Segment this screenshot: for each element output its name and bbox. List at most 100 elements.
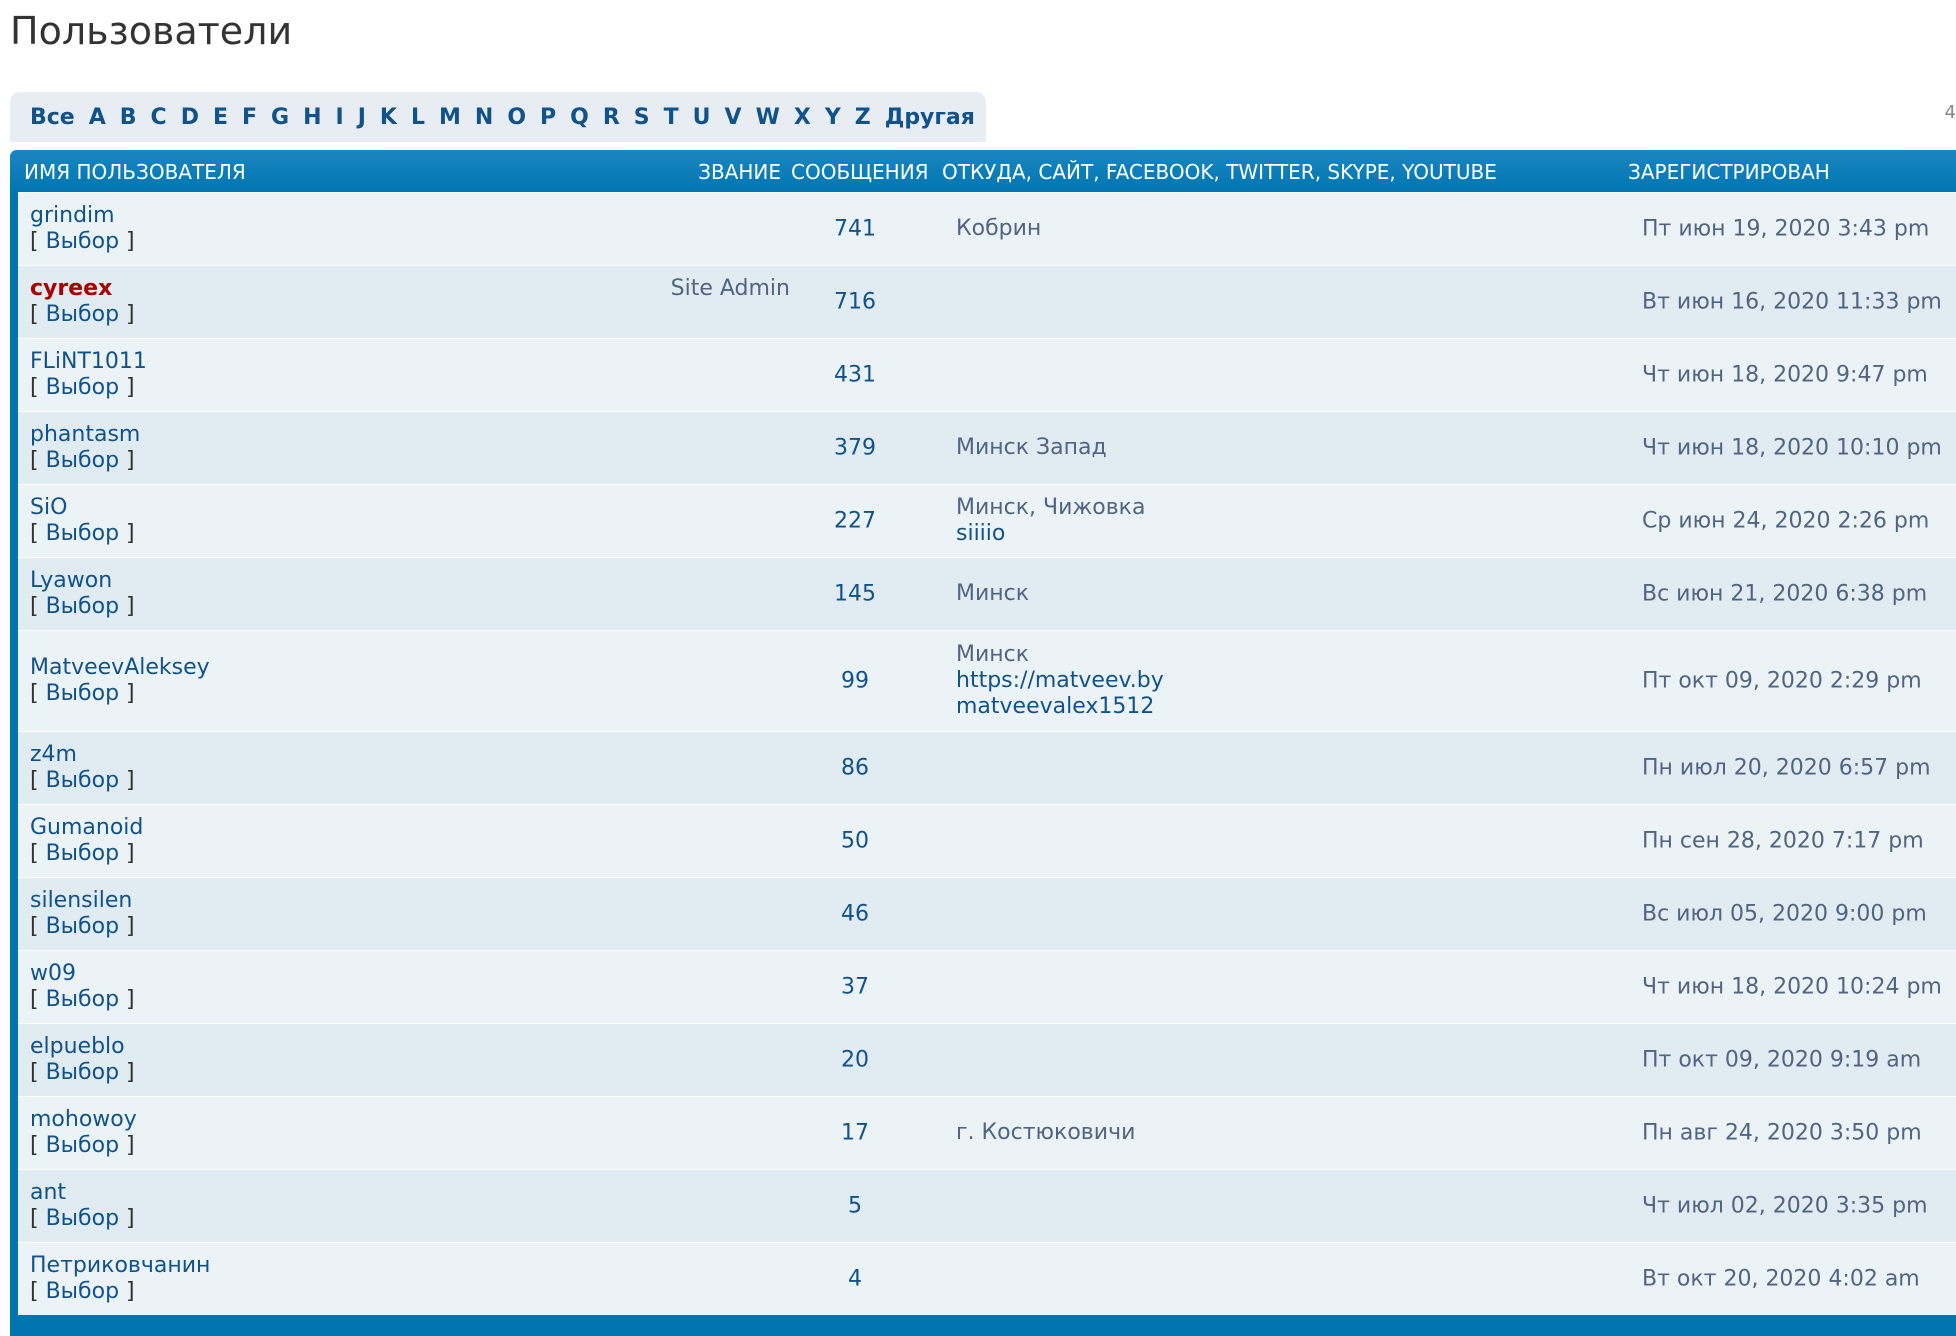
select-button[interactable]: Выбор: [46, 375, 119, 400]
cell-posts[interactable]: 227: [805, 509, 905, 534]
alphabet-link[interactable]: L: [411, 105, 425, 130]
alphabet-link[interactable]: B: [120, 105, 137, 130]
cell-posts[interactable]: 86: [805, 756, 905, 781]
skype-link[interactable]: siiiio: [956, 521, 1145, 547]
username-link[interactable]: z4m: [30, 742, 135, 768]
username-link[interactable]: FLiNT1011: [30, 349, 147, 375]
table-row: FLiNT1011[ Выбор ] 431 Чт июн 18, 2020 9:4…: [18, 338, 1956, 411]
username-link[interactable]: Lyawon: [30, 568, 135, 594]
alphabet-link[interactable]: X: [794, 105, 811, 130]
alphabet-link[interactable]: P: [540, 105, 556, 130]
alphabet-link[interactable]: V: [725, 105, 742, 130]
select-user: [ Выбор ]: [30, 1060, 135, 1086]
alphabet-link[interactable]: R: [603, 105, 620, 130]
username-link[interactable]: w09: [30, 961, 135, 987]
alphabet-link[interactable]: Другая: [885, 105, 975, 130]
select-button[interactable]: Выбор: [46, 521, 119, 546]
cell-location: Минск Запад: [956, 435, 1107, 461]
select-button[interactable]: Выбор: [46, 594, 119, 619]
alphabet-link[interactable]: S: [634, 105, 650, 130]
username-link[interactable]: grindim: [30, 203, 135, 229]
cell-posts[interactable]: 46: [805, 902, 905, 927]
alphabet-link[interactable]: Все: [30, 105, 75, 130]
username-link[interactable]: elpueblo: [30, 1034, 135, 1060]
cell-posts[interactable]: 4: [805, 1267, 905, 1292]
cell-location: г. Костюковичи: [956, 1120, 1135, 1146]
select-button[interactable]: Выбор: [46, 914, 119, 939]
username-link[interactable]: ant: [30, 1180, 135, 1206]
username-link[interactable]: mohowoy: [30, 1107, 137, 1133]
header-location[interactable]: Откуда, Сайт, Facebook, Twitter, Skype, …: [942, 160, 1497, 184]
alphabet-link[interactable]: M: [439, 105, 461, 130]
alphabet-link[interactable]: F: [242, 105, 257, 130]
username-link[interactable]: Петриковчанин: [30, 1253, 210, 1279]
bracket-close: ]: [119, 914, 135, 939]
alphabet-link[interactable]: Z: [855, 105, 871, 130]
select-user: [ Выбор ]: [30, 768, 135, 794]
select-button[interactable]: Выбор: [46, 1133, 119, 1158]
alphabet-link[interactable]: A: [89, 105, 106, 130]
select-button[interactable]: Выбор: [46, 1206, 119, 1231]
table-row: z4m[ Выбор ] 86 Пн июл 20, 2020 6:57 pm: [18, 731, 1956, 804]
select-user: [ Выбор ]: [30, 1279, 210, 1305]
table-row: Gumanoid[ Выбор ] 50 Пн сен 28, 2020 7:17 …: [18, 804, 1956, 877]
cell-posts[interactable]: 37: [805, 975, 905, 1000]
alphabet-link[interactable]: H: [303, 105, 321, 130]
alphabet-link[interactable]: D: [181, 105, 199, 130]
select-button[interactable]: Выбор: [46, 1279, 119, 1304]
alphabet-link[interactable]: O: [507, 105, 526, 130]
username-link[interactable]: phantasm: [30, 422, 140, 448]
select-button[interactable]: Выбор: [46, 987, 119, 1012]
username-link[interactable]: SiO: [30, 495, 135, 521]
bracket-open: [: [30, 1133, 46, 1158]
cell-posts[interactable]: 50: [805, 829, 905, 854]
bracket-open: [: [30, 1279, 46, 1304]
cell-username: phantasm[ Выбор ]: [30, 422, 140, 474]
username-link[interactable]: Gumanoid: [30, 815, 143, 841]
select-button[interactable]: Выбор: [46, 302, 119, 327]
skype-link[interactable]: matveevalex1512: [956, 694, 1164, 720]
alphabet-link[interactable]: U: [693, 105, 711, 130]
pagination-edge[interactable]: 4: [1945, 102, 1956, 123]
table-row: mohowoy[ Выбор ] 17 г. Костюковичи Пн авг 2…: [18, 1096, 1956, 1169]
alphabet-link[interactable]: E: [213, 105, 228, 130]
table-row: Петриковчанин[ Выбор ] 4 Вт окт 20, 2020 4…: [18, 1242, 1956, 1315]
header-posts[interactable]: Сообщения: [791, 160, 929, 184]
alphabet-link[interactable]: K: [380, 105, 397, 130]
header-joined[interactable]: Зарегистрирован: [1628, 160, 1830, 184]
alphabet-link[interactable]: C: [151, 105, 167, 130]
username-link[interactable]: silensilen: [30, 888, 135, 914]
cell-posts[interactable]: 99: [805, 669, 905, 694]
cell-username: ant[ Выбор ]: [30, 1180, 135, 1232]
cell-posts[interactable]: 716: [805, 290, 905, 315]
alphabet-link[interactable]: G: [271, 105, 289, 130]
alphabet-link[interactable]: Y: [825, 105, 841, 130]
cell-posts[interactable]: 20: [805, 1048, 905, 1073]
cell-posts[interactable]: 145: [805, 582, 905, 607]
alphabet-link[interactable]: W: [756, 105, 780, 130]
header-username[interactable]: Имя пользователя: [24, 160, 246, 184]
select-button[interactable]: Выбор: [46, 841, 119, 866]
select-button[interactable]: Выбор: [46, 1060, 119, 1085]
select-button[interactable]: Выбор: [46, 229, 119, 254]
cell-username: cyreex[ Выбор ]: [30, 276, 135, 328]
alphabet-link[interactable]: J: [358, 105, 366, 130]
alphabet-link[interactable]: Q: [570, 105, 589, 130]
website-link[interactable]: https://matveev.by: [956, 668, 1164, 694]
alphabet-link[interactable]: I: [336, 105, 344, 130]
username-link[interactable]: cyreex: [30, 276, 135, 302]
header-rank[interactable]: Звание: [698, 160, 781, 184]
alphabet-link[interactable]: T: [664, 105, 679, 130]
table-body: grindim[ Выбор ] 741 Кобрин Пт июн 19, 2020…: [18, 192, 1956, 1315]
cell-posts[interactable]: 379: [805, 436, 905, 461]
select-button[interactable]: Выбор: [46, 768, 119, 793]
cell-location: Минск, Чижовка siiiio: [956, 495, 1145, 547]
cell-posts[interactable]: 17: [805, 1121, 905, 1146]
cell-posts[interactable]: 5: [805, 1194, 905, 1219]
select-button[interactable]: Выбор: [46, 448, 119, 473]
cell-posts[interactable]: 741: [805, 217, 905, 242]
select-button[interactable]: Выбор: [46, 681, 119, 706]
alphabet-link[interactable]: N: [475, 105, 493, 130]
cell-posts[interactable]: 431: [805, 363, 905, 388]
username-link[interactable]: MatveevAleksey: [30, 655, 210, 681]
